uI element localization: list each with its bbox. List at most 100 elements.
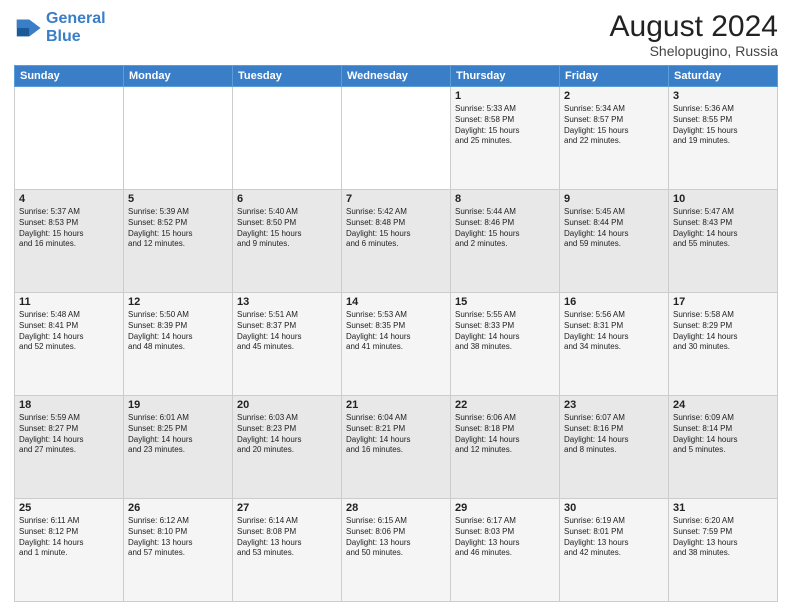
day-number: 27 <box>237 502 337 514</box>
day-number: 18 <box>19 399 119 411</box>
day-number: 21 <box>346 399 446 411</box>
header-row: Sunday Monday Tuesday Wednesday Thursday… <box>15 66 778 87</box>
col-thursday: Thursday <box>451 66 560 87</box>
day-number: 12 <box>128 296 228 308</box>
day-info: Sunrise: 6:12 AM Sunset: 8:10 PM Dayligh… <box>128 516 228 559</box>
calendar-cell: 18 Sunrise: 5:59 AM Sunset: 8:27 PM Dayli… <box>15 396 124 499</box>
day-info: Sunrise: 6:03 AM Sunset: 8:23 PM Dayligh… <box>237 413 337 456</box>
calendar-cell: 22 Sunrise: 6:06 AM Sunset: 8:18 PM Dayli… <box>451 396 560 499</box>
calendar-cell: 3Sunrise: 5:36 AM Sunset: 8:55 PM Daylig… <box>669 87 778 190</box>
calendar-cell: 23 Sunrise: 6:07 AM Sunset: 8:16 PM Dayli… <box>560 396 669 499</box>
day-number: 28 <box>346 502 446 514</box>
day-number: 26 <box>128 502 228 514</box>
calendar-cell: 25 Sunrise: 6:11 AM Sunset: 8:12 PM Dayli… <box>15 499 124 602</box>
day-number: 15 <box>455 296 555 308</box>
col-monday: Monday <box>124 66 233 87</box>
calendar-table: Sunday Monday Tuesday Wednesday Thursday… <box>14 65 778 602</box>
day-number: 16 <box>564 296 664 308</box>
day-info: Sunrise: 5:36 AM Sunset: 8:55 PM Dayligh… <box>673 104 773 147</box>
calendar-week-3: 11 Sunrise: 5:48 AM Sunset: 8:41 PM Dayli… <box>15 293 778 396</box>
day-number: 24 <box>673 399 773 411</box>
day-info: Sunrise: 5:37 AM Sunset: 8:53 PM Dayligh… <box>19 207 119 250</box>
day-info: Sunrise: 5:44 AM Sunset: 8:46 PM Dayligh… <box>455 207 555 250</box>
day-number: 9 <box>564 193 664 205</box>
day-info: Sunrise: 6:17 AM Sunset: 8:03 PM Dayligh… <box>455 516 555 559</box>
calendar-cell: 7 Sunrise: 5:42 AM Sunset: 8:48 PM Daylig… <box>342 190 451 293</box>
calendar-cell: 20 Sunrise: 6:03 AM Sunset: 8:23 PM Dayli… <box>233 396 342 499</box>
day-info: Sunrise: 5:33 AM Sunset: 8:58 PM Dayligh… <box>455 104 555 147</box>
day-info: Sunrise: 5:59 AM Sunset: 8:27 PM Dayligh… <box>19 413 119 456</box>
day-number: 1 <box>455 90 555 102</box>
day-info: Sunrise: 5:53 AM Sunset: 8:35 PM Dayligh… <box>346 310 446 353</box>
calendar-cell: 24 Sunrise: 6:09 AM Sunset: 8:14 PM Dayli… <box>669 396 778 499</box>
day-info: Sunrise: 6:19 AM Sunset: 8:01 PM Dayligh… <box>564 516 664 559</box>
day-number: 30 <box>564 502 664 514</box>
calendar-cell: 26 Sunrise: 6:12 AM Sunset: 8:10 PM Dayli… <box>124 499 233 602</box>
title-block: August 2024 Shelopugino, Russia <box>610 10 778 59</box>
day-info: Sunrise: 6:07 AM Sunset: 8:16 PM Dayligh… <box>564 413 664 456</box>
day-info: Sunrise: 6:11 AM Sunset: 8:12 PM Dayligh… <box>19 516 119 559</box>
col-wednesday: Wednesday <box>342 66 451 87</box>
day-info: Sunrise: 5:34 AM Sunset: 8:57 PM Dayligh… <box>564 104 664 147</box>
day-number: 14 <box>346 296 446 308</box>
calendar-cell: 29 Sunrise: 6:17 AM Sunset: 8:03 PM Dayli… <box>451 499 560 602</box>
day-info: Sunrise: 5:47 AM Sunset: 8:43 PM Dayligh… <box>673 207 773 250</box>
day-number: 22 <box>455 399 555 411</box>
day-info: Sunrise: 6:06 AM Sunset: 8:18 PM Dayligh… <box>455 413 555 456</box>
calendar-container: General Blue August 2024 Shelopugino, Ru… <box>0 0 792 612</box>
col-friday: Friday <box>560 66 669 87</box>
day-number: 13 <box>237 296 337 308</box>
day-number: 20 <box>237 399 337 411</box>
logo-line1: General <box>46 10 106 27</box>
calendar-cell: 15 Sunrise: 5:55 AM Sunset: 8:33 PM Dayli… <box>451 293 560 396</box>
day-number: 7 <box>346 193 446 205</box>
title-month: August 2024 <box>610 10 778 43</box>
calendar-week-1: 1 Sunrise: 5:33 AM Sunset: 8:58 PM Daylig… <box>15 87 778 190</box>
col-tuesday: Tuesday <box>233 66 342 87</box>
day-info: Sunrise: 6:01 AM Sunset: 8:25 PM Dayligh… <box>128 413 228 456</box>
calendar-cell <box>342 87 451 190</box>
calendar-cell: 8 Sunrise: 5:44 AM Sunset: 8:46 PM Daylig… <box>451 190 560 293</box>
calendar-cell: 21Sunrise: 6:04 AM Sunset: 8:21 PM Dayli… <box>342 396 451 499</box>
calendar-cell: 17Sunrise: 5:58 AM Sunset: 8:29 PM Dayli… <box>669 293 778 396</box>
day-number: 25 <box>19 502 119 514</box>
day-number: 10 <box>673 193 773 205</box>
calendar-week-2: 4Sunrise: 5:37 AM Sunset: 8:53 PM Daylig… <box>15 190 778 293</box>
day-number: 19 <box>128 399 228 411</box>
calendar-cell: 31 Sunrise: 6:20 AM Sunset: 7:59 PM Dayli… <box>669 499 778 602</box>
calendar-cell: 4Sunrise: 5:37 AM Sunset: 8:53 PM Daylig… <box>15 190 124 293</box>
day-info: Sunrise: 6:20 AM Sunset: 7:59 PM Dayligh… <box>673 516 773 559</box>
calendar-cell: 10 Sunrise: 5:47 AM Sunset: 8:43 PM Dayli… <box>669 190 778 293</box>
calendar-cell: 1 Sunrise: 5:33 AM Sunset: 8:58 PM Daylig… <box>451 87 560 190</box>
calendar-cell: 27Sunrise: 6:14 AM Sunset: 8:08 PM Dayli… <box>233 499 342 602</box>
day-info: Sunrise: 5:55 AM Sunset: 8:33 PM Dayligh… <box>455 310 555 353</box>
day-info: Sunrise: 5:45 AM Sunset: 8:44 PM Dayligh… <box>564 207 664 250</box>
header: General Blue August 2024 Shelopugino, Ru… <box>14 10 778 59</box>
logo-text: General Blue <box>46 10 106 45</box>
day-number: 11 <box>19 296 119 308</box>
calendar-cell: 19 Sunrise: 6:01 AM Sunset: 8:25 PM Dayli… <box>124 396 233 499</box>
calendar-cell: 13 Sunrise: 5:51 AM Sunset: 8:37 PM Dayli… <box>233 293 342 396</box>
day-info: Sunrise: 5:40 AM Sunset: 8:50 PM Dayligh… <box>237 207 337 250</box>
day-info: Sunrise: 5:48 AM Sunset: 8:41 PM Dayligh… <box>19 310 119 353</box>
calendar-cell <box>124 87 233 190</box>
calendar-cell <box>15 87 124 190</box>
logo: General Blue <box>14 10 106 45</box>
calendar-cell: 6Sunrise: 5:40 AM Sunset: 8:50 PM Daylig… <box>233 190 342 293</box>
day-number: 23 <box>564 399 664 411</box>
day-number: 29 <box>455 502 555 514</box>
day-info: Sunrise: 6:15 AM Sunset: 8:06 PM Dayligh… <box>346 516 446 559</box>
day-number: 31 <box>673 502 773 514</box>
day-number: 8 <box>455 193 555 205</box>
day-info: Sunrise: 5:51 AM Sunset: 8:37 PM Dayligh… <box>237 310 337 353</box>
day-info: Sunrise: 5:42 AM Sunset: 8:48 PM Dayligh… <box>346 207 446 250</box>
calendar-cell: 11 Sunrise: 5:48 AM Sunset: 8:41 PM Dayli… <box>15 293 124 396</box>
day-info: Sunrise: 6:09 AM Sunset: 8:14 PM Dayligh… <box>673 413 773 456</box>
calendar-cell: 16Sunrise: 5:56 AM Sunset: 8:31 PM Dayli… <box>560 293 669 396</box>
col-sunday: Sunday <box>15 66 124 87</box>
title-location: Shelopugino, Russia <box>610 43 778 59</box>
day-info: Sunrise: 5:39 AM Sunset: 8:52 PM Dayligh… <box>128 207 228 250</box>
calendar-cell <box>233 87 342 190</box>
calendar-cell: 28 Sunrise: 6:15 AM Sunset: 8:06 PM Dayli… <box>342 499 451 602</box>
day-info: Sunrise: 5:50 AM Sunset: 8:39 PM Dayligh… <box>128 310 228 353</box>
